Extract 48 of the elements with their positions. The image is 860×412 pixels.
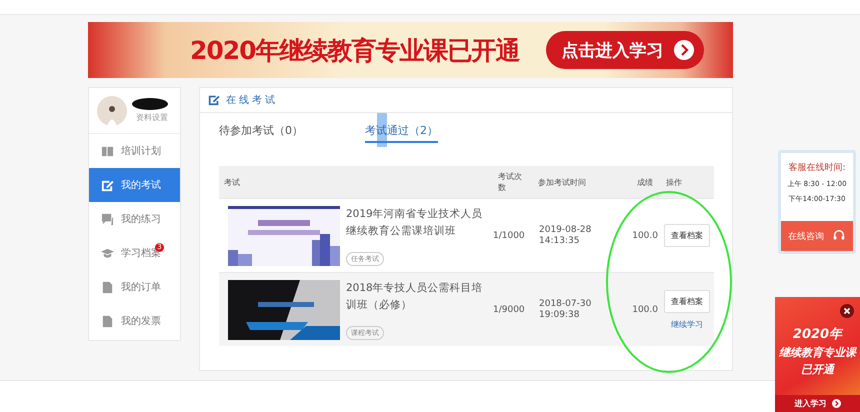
tab[interactable]: 待参加考试（0） <box>219 123 303 143</box>
panel-title: 在线考试 <box>226 94 278 107</box>
sidebar-item[interactable]: 培训计划 <box>89 134 180 168</box>
score-value: 100.0 <box>631 304 659 314</box>
profile-settings-link[interactable]: 资料设置 <box>136 112 168 123</box>
edit-icon <box>101 178 114 192</box>
promo-ad[interactable]: 2020年 继续教育专业课 已开通 进入学习 <box>775 297 860 412</box>
book-icon <box>101 144 114 158</box>
ad-headline: 继续教育专业课 <box>779 345 856 360</box>
exam-title: 2018年专技人员公需科目培训班（必修） <box>346 280 484 312</box>
sidebar-item[interactable]: 我的发票 <box>89 304 180 338</box>
banner-button[interactable]: 点击进入学习 <box>546 31 704 69</box>
column-header: 成绩 <box>636 176 654 188</box>
column-header: 操作 <box>665 176 683 188</box>
view-record-button[interactable]: 查看档案 <box>664 224 710 247</box>
column-header: 考试次数 <box>497 171 523 193</box>
ad-headline: 2020年 <box>792 326 842 343</box>
exam-time: 14:13:35 <box>539 236 580 246</box>
column-header: 考试 <box>223 176 241 188</box>
banner-headline: 2020年继续教育专业课已开通 <box>190 34 520 66</box>
close-icon[interactable] <box>840 304 854 318</box>
ad-button[interactable]: 进入学习 <box>775 395 860 412</box>
support-title: 客服在线时间: <box>788 162 846 174</box>
avatar-icon <box>97 96 127 126</box>
continue-link[interactable]: 继续学习 <box>671 318 703 330</box>
chevron-icon <box>832 399 840 408</box>
column-header: 参加考试时间 <box>537 176 587 188</box>
document-icon <box>101 280 114 294</box>
document-icon <box>101 314 114 328</box>
sidebar-item[interactable]: 我的订单 <box>89 270 180 304</box>
ad-headline: 已开通 <box>801 362 834 377</box>
promo-banner[interactable]: 2020年继续教育专业课已开通 点击进入学习 <box>88 22 733 78</box>
view-record-button[interactable]: 查看档案 <box>664 290 710 312</box>
exam-date: 2018-07-30 <box>539 299 592 309</box>
attempt-count: 1/9000 <box>493 304 526 314</box>
exam-time: 19:09:38 <box>539 310 580 320</box>
attempt-count: 1/1000 <box>493 230 526 240</box>
exam-title: 2019年河南省专业技术人员继续教育公需课培训班 <box>346 206 484 238</box>
sidebar-item[interactable]: 我的考试 <box>89 168 180 202</box>
edit-icon <box>208 94 220 106</box>
consult-button[interactable]: 在线咨询 <box>781 221 853 251</box>
chat-icon <box>101 212 114 226</box>
graduation-cap-icon <box>101 246 114 260</box>
chevron-icon <box>674 40 694 60</box>
exam-date: 2019-08-28 <box>539 225 592 235</box>
sidebar-item[interactable]: 我的练习 <box>89 202 180 236</box>
redaction-mark <box>132 98 168 110</box>
score-value: 100.0 <box>631 230 659 240</box>
